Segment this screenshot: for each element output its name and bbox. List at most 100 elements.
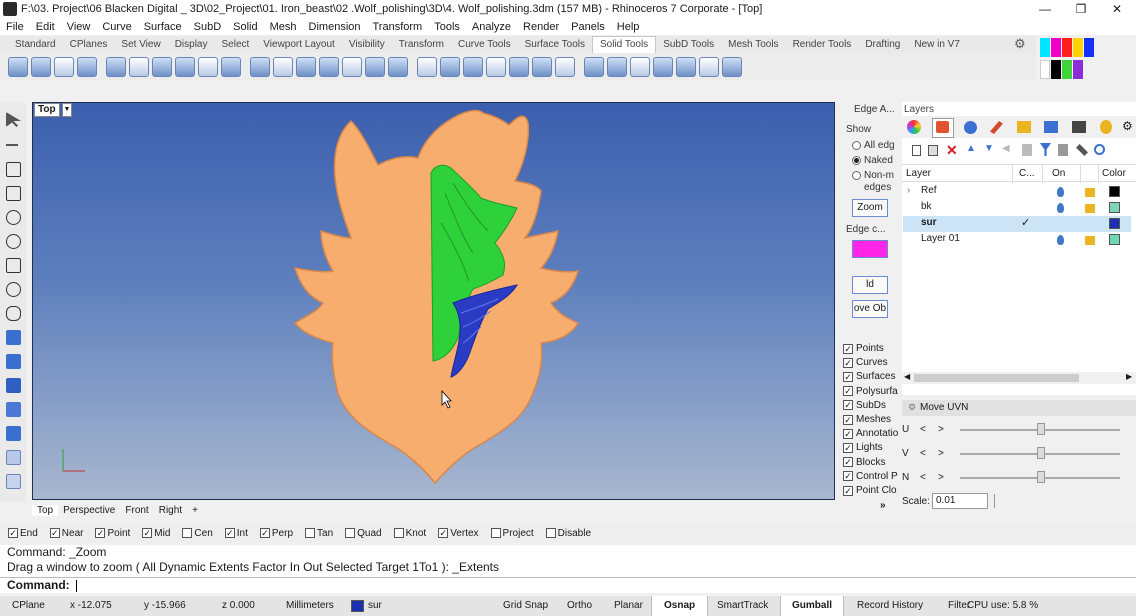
layer-row-bk[interactable]: bk: [903, 200, 1131, 216]
scroll-right-icon[interactable]: ▶: [1126, 372, 1132, 381]
visibility-meshes[interactable]: ✓ Meshes: [843, 414, 891, 425]
osnap-checkbox[interactable]: ✓: [8, 528, 18, 538]
split-face-icon[interactable]: [463, 56, 483, 77]
chamfer-edge-icon[interactable]: [296, 56, 316, 77]
visibility-checkbox[interactable]: ✓: [843, 371, 853, 382]
box-icon[interactable]: [6, 378, 21, 393]
osnap-checkbox[interactable]: [305, 528, 316, 538]
move-face-icon[interactable]: [417, 56, 437, 77]
command-line[interactable]: Command:: [0, 577, 1136, 593]
visibility-point-clo[interactable]: ✓ Point Clo: [843, 485, 897, 496]
osnap-int[interactable]: ✓ Int: [224, 528, 248, 539]
layer-lock-icon[interactable]: [1085, 236, 1095, 245]
tab-new-in-v7[interactable]: New in V7: [907, 39, 967, 50]
tab-viewport-layout[interactable]: Viewport Layout: [256, 39, 342, 50]
osnap-end[interactable]: ✓ End: [8, 528, 38, 539]
menu-item-curve[interactable]: Curve: [96, 21, 137, 33]
osnap-checkbox[interactable]: ✓: [95, 528, 106, 538]
tab-drafting[interactable]: Drafting: [858, 39, 907, 50]
status-osnap[interactable]: Osnap: [651, 596, 709, 616]
color-wheel-icon[interactable]: [907, 120, 921, 134]
swatch-green[interactable]: [1062, 60, 1072, 79]
rotate-face-icon[interactable]: [555, 56, 575, 77]
tab-standard[interactable]: Standard: [8, 39, 63, 50]
uvn-left-arrow-icon[interactable]: <: [920, 424, 926, 435]
layer-color-swatch[interactable]: [1109, 218, 1120, 229]
cap-icon[interactable]: [221, 56, 241, 77]
uvn-left-arrow-icon[interactable]: <: [920, 472, 926, 483]
menu-item-view[interactable]: View: [61, 21, 97, 33]
layer-hscrollbar[interactable]: ◀ ▶: [902, 372, 1136, 384]
move-to-layer-icon[interactable]: [1022, 144, 1032, 156]
osnap-checkbox[interactable]: [393, 528, 404, 538]
osnap-cen[interactable]: Cen: [182, 528, 213, 539]
arc-icon[interactable]: [6, 234, 21, 249]
tab-curve-tools[interactable]: Curve Tools: [451, 39, 518, 50]
named-views-icon[interactable]: [1044, 121, 1058, 133]
visibility-points[interactable]: ✓ Points: [843, 343, 884, 354]
col-current[interactable]: C...: [1019, 168, 1035, 179]
osnap-point[interactable]: ✓ Point: [95, 528, 130, 539]
menu-item-dimension[interactable]: Dimension: [303, 21, 367, 33]
visibility-checkbox[interactable]: ✓: [843, 457, 853, 468]
offset-solid-icon[interactable]: [365, 56, 385, 77]
osnap-perp[interactable]: ✓ Perp: [259, 528, 293, 539]
solid-tools-misc-icon[interactable]: [722, 56, 742, 77]
minimize-button[interactable]: —: [1028, 0, 1062, 18]
visibility-blocks[interactable]: ✓ Blocks: [843, 457, 885, 468]
osnap-checkbox[interactable]: ✓: [438, 528, 449, 538]
osnap-checkbox[interactable]: ✓: [259, 528, 270, 538]
round-hole-icon[interactable]: [653, 56, 673, 77]
layer-visible-bulb-icon[interactable]: [1057, 235, 1064, 245]
wire-cut-icon[interactable]: [388, 56, 408, 77]
extrude-face-icon[interactable]: [509, 56, 529, 77]
visibility-checkbox[interactable]: ✓: [843, 343, 853, 354]
swatch-yellow[interactable]: [1073, 38, 1083, 57]
layer-lock-icon[interactable]: [1085, 204, 1095, 213]
boolean-split-icon[interactable]: [198, 56, 218, 77]
swatch-purple[interactable]: [1073, 60, 1083, 79]
boolean-intersect-icon[interactable]: [175, 56, 195, 77]
tab-select[interactable]: Select: [215, 39, 257, 50]
ellipse-icon[interactable]: [6, 282, 21, 297]
panel-menu-icon[interactable]: ⚙: [1122, 119, 1133, 133]
rhino-app-icon[interactable]: [3, 2, 17, 16]
swatch-magenta[interactable]: [1051, 38, 1061, 57]
uvn-right-arrow-icon[interactable]: >: [938, 424, 944, 435]
make-hole-icon[interactable]: [607, 56, 627, 77]
array-hole-icon[interactable]: [584, 56, 604, 77]
layer-row-sur[interactable]: sur ✓: [903, 216, 1131, 232]
tab-visibility[interactable]: Visibility: [342, 39, 392, 50]
uvn-left-arrow-icon[interactable]: <: [920, 448, 926, 459]
visibility-checkbox[interactable]: ✓: [843, 471, 853, 482]
visibility-checkbox[interactable]: ✓: [843, 386, 853, 397]
status-cplane[interactable]: CPlane: [12, 596, 45, 616]
remove-objects-button[interactable]: ove Ob: [852, 300, 888, 318]
osnap-disable[interactable]: Disable: [545, 528, 591, 539]
menu-item-panels[interactable]: Panels: [565, 21, 611, 33]
visibility-surfaces[interactable]: ✓ Surfaces: [843, 371, 895, 382]
text-object-icon[interactable]: [6, 450, 21, 465]
osnap-checkbox[interactable]: ✓: [49, 528, 60, 538]
properties-icon[interactable]: [964, 121, 977, 134]
thicken-icon[interactable]: [699, 56, 719, 77]
uvn-slider-thumb[interactable]: [1037, 423, 1045, 435]
layer-name[interactable]: sur: [921, 217, 937, 228]
top-viewport[interactable]: [32, 102, 835, 500]
layer-color-swatch[interactable]: [1109, 186, 1120, 197]
layer-color-swatch[interactable]: [1109, 234, 1120, 245]
swatch-cyan[interactable]: [1040, 38, 1050, 57]
add-viewport-tab-button[interactable]: +: [187, 505, 203, 516]
fillet-edge-icon[interactable]: [273, 56, 293, 77]
osnap-checkbox[interactable]: [345, 528, 356, 538]
zoom-button[interactable]: Zoom: [852, 199, 888, 217]
extract-surface-icon[interactable]: [250, 56, 270, 77]
new-layer-icon[interactable]: [912, 145, 921, 156]
menu-item-render[interactable]: Render: [517, 21, 565, 33]
visibility-checkbox[interactable]: ✓: [843, 400, 853, 411]
surface-icon[interactable]: [6, 330, 21, 345]
uvn-right-arrow-icon[interactable]: >: [938, 448, 944, 459]
boolean-union-icon[interactable]: [129, 56, 149, 77]
radio-non-manifold[interactable]: Non-m: [852, 170, 894, 181]
layer-lock-icon[interactable]: [1085, 188, 1095, 197]
